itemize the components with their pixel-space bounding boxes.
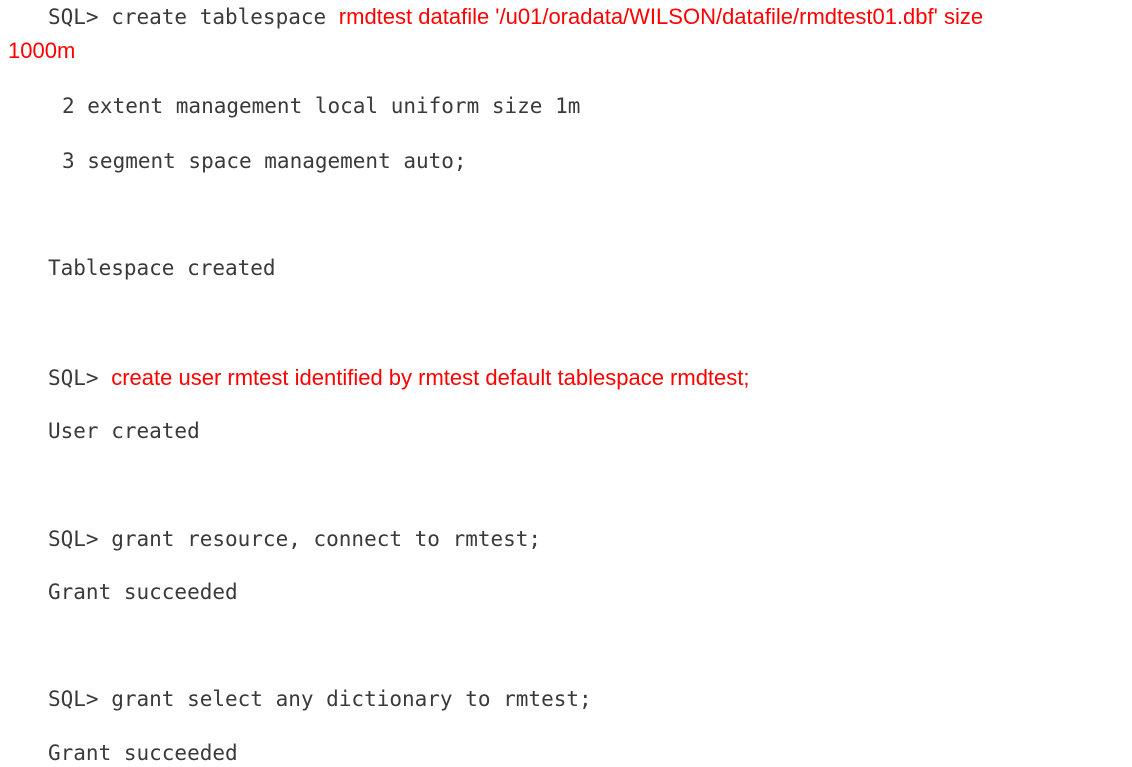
tablespace-size-wrap: 1000m	[8, 38, 76, 63]
create-tablespace-line: SQL> create tablespace rmdtest datafile …	[48, 6, 983, 28]
extent-management-line: 2 extent management local uniform size 1…	[62, 94, 581, 118]
create-user-line: SQL> create user rmtest identified by rm…	[48, 367, 750, 389]
grant-succeeded-message-2: Grant succeeded	[48, 741, 238, 765]
segment-space-line: 3 segment space management auto;	[62, 149, 467, 173]
tablespace-datafile-clause: rmdtest datafile '/u01/oradata/WILSON/da…	[338, 4, 984, 29]
user-created-message: User created	[48, 419, 200, 443]
sql-prompt-command: SQL> create tablespace	[48, 5, 339, 29]
grant-resource-line: SQL> grant resource, connect to rmtest;	[48, 527, 542, 551]
sql-prompt: SQL>	[48, 366, 112, 390]
grant-succeeded-message-1: Grant succeeded	[48, 580, 238, 604]
create-user-statement: create user rmtest identified by rmtest …	[111, 365, 750, 390]
tablespace-created-message: Tablespace created	[48, 256, 276, 280]
grant-dictionary-line: SQL> grant select any dictionary to rmte…	[48, 687, 592, 711]
